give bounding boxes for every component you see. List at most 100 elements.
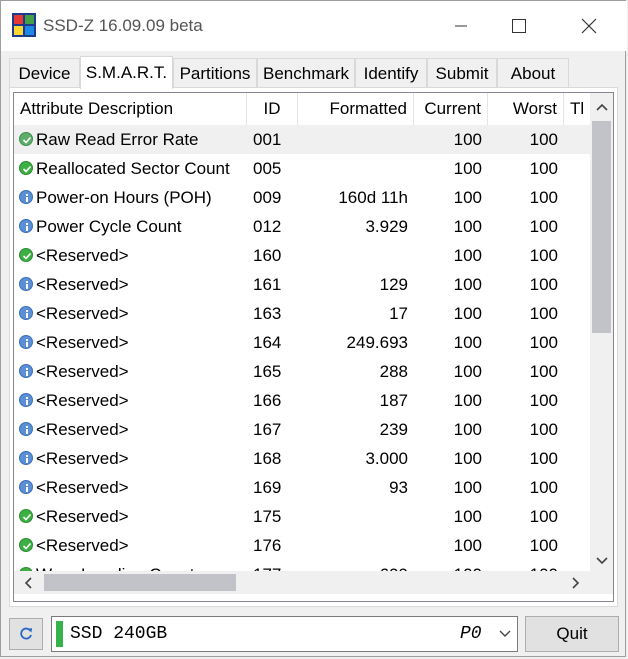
- attribute-id: 175: [253, 507, 282, 526]
- column-header-description[interactable]: Attribute Description: [14, 93, 247, 125]
- table-row[interactable]: <Reserved> 175 100 100: [14, 502, 590, 531]
- attribute-id: 176: [253, 536, 282, 555]
- horizontal-scrollbar[interactable]: [14, 571, 590, 594]
- table-row[interactable]: Power Cycle Count 012 3.929 100 100: [14, 212, 590, 241]
- attribute-worst: 100: [529, 159, 558, 178]
- attribute-id: 167: [253, 420, 282, 439]
- table-row[interactable]: Reallocated Sector Count 005 100 100: [14, 154, 590, 183]
- attribute-id: 166: [253, 391, 282, 410]
- close-button[interactable]: [561, 1, 617, 51]
- attribute-description: <Reserved>: [36, 333, 129, 352]
- attribute-formatted: 187: [379, 391, 408, 410]
- vertical-scrollbar[interactable]: [590, 93, 613, 571]
- maximize-button[interactable]: [491, 1, 547, 51]
- attribute-worst: 100: [529, 536, 558, 555]
- attribute-id: 164: [253, 333, 282, 352]
- tab-submit[interactable]: Submit: [427, 58, 497, 87]
- attribute-worst: 100: [529, 304, 558, 323]
- table-row[interactable]: Power-on Hours (POH) 009 160d 11h 100 100: [14, 183, 590, 212]
- table-row[interactable]: <Reserved> 168 3.000 100 100: [14, 444, 590, 473]
- attribute-current: 100: [453, 217, 482, 236]
- column-header-worst[interactable]: Worst: [488, 93, 564, 125]
- title-bar: SSD-Z 16.09.09 beta: [1, 1, 627, 51]
- attribute-current: 100: [453, 478, 482, 497]
- table-row[interactable]: <Reserved> 176 100 100: [14, 531, 590, 560]
- chevron-down-icon[interactable]: [494, 617, 516, 651]
- attribute-formatted: [298, 241, 414, 270]
- attribute-id: 009: [253, 188, 282, 207]
- table-row[interactable]: Raw Read Error Rate 001 100 100: [14, 125, 590, 154]
- refresh-button[interactable]: [9, 618, 43, 650]
- tab-identify[interactable]: Identify: [355, 58, 427, 87]
- attribute-current: 100: [453, 130, 482, 149]
- attribute-worst: 100: [529, 391, 558, 410]
- table-row[interactable]: <Reserved> 165 288 100 100: [14, 357, 590, 386]
- tab-partitions[interactable]: Partitions: [173, 58, 257, 87]
- attribute-current: 100: [414, 560, 488, 571]
- scrollbar-corner: [590, 571, 613, 594]
- table-body: Raw Read Error Rate 001 100 100 Reallocated …: [14, 125, 590, 571]
- column-header-current[interactable]: Current: [414, 93, 488, 125]
- smart-attributes-table[interactable]: Attribute Description ID Formatted Curre…: [13, 92, 614, 602]
- attribute-formatted: 160d 11h: [338, 188, 408, 207]
- attribute-worst: 100: [488, 560, 564, 571]
- drive-select[interactable]: SSD 240GB P0: [51, 616, 518, 652]
- column-header-id[interactable]: ID: [247, 93, 298, 125]
- tab-benchmark[interactable]: Benchmark: [257, 58, 355, 87]
- scroll-up-arrow-icon[interactable]: [590, 97, 613, 117]
- table-row[interactable]: <Reserved> 167 239 100 100: [14, 415, 590, 444]
- table-row[interactable]: <Reserved> 169 93 100 100: [14, 473, 590, 502]
- attribute-formatted: 239: [379, 420, 408, 439]
- close-icon: [581, 18, 597, 34]
- attribute-description: <Reserved>: [36, 246, 129, 265]
- table-header: Attribute Description ID Formatted Curre…: [14, 93, 590, 126]
- quit-button[interactable]: Quit: [525, 616, 619, 652]
- table-row[interactable]: <Reserved> 166 187 100 100: [14, 386, 590, 415]
- scroll-left-arrow-icon[interactable]: [18, 571, 38, 594]
- attribute-worst: 100: [529, 246, 558, 265]
- attribute-formatted: 3.000: [365, 449, 408, 468]
- attribute-worst: 100: [529, 275, 558, 294]
- table-row[interactable]: <Reserved> 161 129 100 100: [14, 270, 590, 299]
- attribute-id: 169: [253, 478, 282, 497]
- drive-port: P0: [460, 624, 482, 644]
- attribute-current: 100: [453, 333, 482, 352]
- attribute-id: 001: [253, 130, 282, 149]
- attribute-current: 100: [453, 159, 482, 178]
- attribute-formatted: [298, 531, 414, 560]
- horizontal-scroll-thumb[interactable]: [44, 574, 236, 591]
- attribute-description: <Reserved>: [36, 536, 129, 555]
- drive-name: SSD 240GB: [70, 624, 168, 644]
- attribute-current: 100: [453, 420, 482, 439]
- attribute-formatted: 699: [298, 560, 414, 571]
- attribute-worst: 100: [529, 449, 558, 468]
- maximize-icon: [512, 19, 526, 33]
- attribute-worst: 100: [529, 130, 558, 149]
- attribute-description: Reallocated Sector Count: [36, 159, 230, 178]
- attribute-formatted: 93: [389, 478, 408, 497]
- attribute-worst: 100: [529, 362, 558, 381]
- attribute-current: 100: [453, 536, 482, 555]
- attribute-formatted: 3.929: [365, 217, 408, 236]
- window-title: SSD-Z 16.09.09 beta: [43, 16, 203, 35]
- scroll-right-arrow-icon[interactable]: [566, 571, 586, 594]
- table-row[interactable]: Wear Leveling Count177699100100: [14, 560, 590, 571]
- scroll-down-arrow-icon[interactable]: [590, 551, 613, 571]
- attribute-current: 100: [453, 188, 482, 207]
- tab-about[interactable]: About: [497, 58, 569, 87]
- tab-device[interactable]: Device: [9, 58, 80, 87]
- column-header-formatted[interactable]: Formatted: [298, 93, 414, 125]
- table-row[interactable]: <Reserved> 160 100 100: [14, 241, 590, 270]
- tab-smart[interactable]: S.M.A.R.T.: [80, 56, 173, 89]
- attribute-formatted: 249.693: [346, 333, 408, 352]
- table-row[interactable]: <Reserved> 163 17 100 100: [14, 299, 590, 328]
- minimize-button[interactable]: [433, 1, 489, 51]
- attribute-worst: 100: [529, 507, 558, 526]
- attribute-description: <Reserved>: [36, 391, 129, 410]
- attribute-worst: 100: [529, 333, 558, 352]
- attribute-current: 100: [453, 275, 482, 294]
- attribute-description: Wear Leveling Count: [14, 560, 247, 571]
- attribute-description: Raw Read Error Rate: [36, 130, 199, 149]
- vertical-scroll-thumb[interactable]: [592, 121, 611, 333]
- table-row[interactable]: <Reserved> 164 249.693 100 100: [14, 328, 590, 357]
